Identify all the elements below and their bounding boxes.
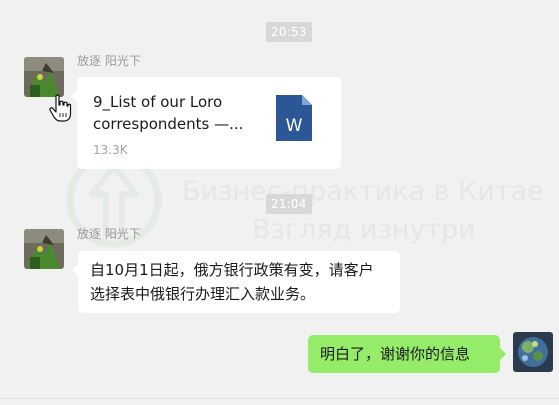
word-icon-letter: W <box>286 116 303 136</box>
watermark-text-line1: Бизнес-практика в Китае <box>182 176 544 207</box>
text-message-outgoing[interactable]: 明白了，谢谢你的信息 <box>308 335 506 373</box>
contact-avatar[interactable] <box>24 57 64 97</box>
file-message[interactable]: 9_List of our Loro correspondents —... 1… <box>71 77 341 169</box>
chat-window: Бизнес-практика в Китае Взгляд изнутри 2… <box>0 0 559 405</box>
contact-avatar[interactable] <box>24 229 64 269</box>
timestamp: 21:04 <box>266 194 312 214</box>
file-size: 13.3K <box>93 143 128 157</box>
message-text: 明白了，谢谢你的信息 <box>320 345 471 363</box>
watermark-text-line2: Взгляд изнутри <box>252 214 476 245</box>
avatar-image <box>24 57 64 97</box>
word-doc-icon: W <box>276 95 312 141</box>
sender-name: 放逐 阳光下 <box>77 227 141 241</box>
bubble-tail <box>500 348 506 360</box>
input-divider <box>0 398 559 399</box>
hand-cursor-icon <box>48 94 72 122</box>
text-message-incoming[interactable]: 自10月1日起，俄方银行政策有变，请客户选择表中俄银行办理汇入款业务。 <box>72 251 400 313</box>
my-avatar[interactable] <box>513 332 553 372</box>
timestamp: 20:53 <box>266 22 312 42</box>
sender-name: 放逐 阳光下 <box>77 54 141 68</box>
file-name: 9_List of our Loro correspondents —... <box>93 93 244 133</box>
avatar-image <box>513 332 553 372</box>
bubble-tail <box>72 264 78 276</box>
avatar-image <box>24 229 64 269</box>
message-text: 自10月1日起，俄方银行政策有变，请客户选择表中俄银行办理汇入款业务。 <box>90 261 374 303</box>
